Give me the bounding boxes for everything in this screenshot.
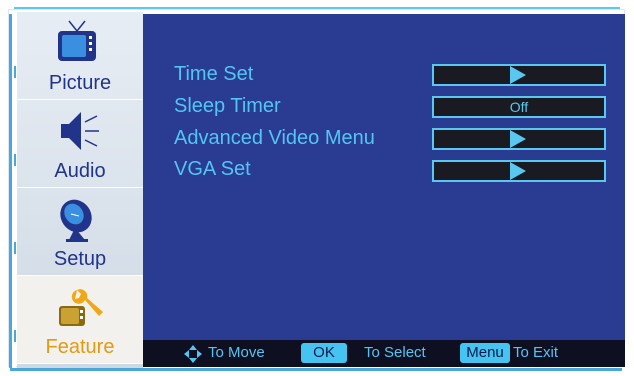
help-bar: To Move OK To Select Menu To Exit (143, 340, 625, 367)
tab-setup[interactable]: Setup (17, 188, 143, 276)
sidebar: Picture Audio Setup Feature (17, 12, 143, 368)
menu-key: Menu (460, 343, 510, 363)
arrow-right-icon (510, 130, 526, 148)
arrow-right-icon (510, 66, 526, 84)
tab-label: Feature (45, 336, 115, 358)
tab-label: Audio (54, 160, 106, 182)
menu-item-sleep-timer[interactable]: Sleep Timer (174, 95, 281, 118)
advanced-video-value[interactable] (432, 128, 606, 150)
tab-label: Picture (48, 72, 112, 94)
move-arrows-icon (184, 345, 202, 363)
sleep-timer-value-text: Off (509, 99, 529, 115)
vga-set-value[interactable] (432, 160, 606, 182)
speaker-icon (61, 112, 99, 150)
select-hint: To Select (364, 344, 426, 361)
tab-picture[interactable]: Picture (17, 12, 143, 100)
exit-hint: To Exit (513, 344, 559, 361)
menu-item-vga-set[interactable]: VGA Set (174, 158, 251, 181)
left-rail (9, 14, 16, 368)
satellite-dish-icon (60, 199, 92, 242)
tools-icon (59, 289, 103, 326)
tab-feature[interactable]: Feature (17, 276, 143, 364)
time-set-value[interactable] (432, 64, 606, 86)
bottom-border (10, 368, 622, 371)
arrow-right-icon (510, 162, 526, 180)
tab-label: Setup (53, 248, 107, 270)
tab-audio[interactable]: Audio (17, 100, 143, 188)
ok-key: OK (301, 343, 347, 363)
menu-item-time-set[interactable]: Time Set (174, 63, 253, 86)
tv-icon (58, 20, 96, 61)
feature-menu-panel: Time Set Sleep Timer Off Advanced Video … (143, 14, 625, 367)
move-hint: To Move (208, 344, 265, 361)
menu-item-advanced-video[interactable]: Advanced Video Menu (174, 127, 375, 150)
sleep-timer-value[interactable]: Off (432, 96, 606, 118)
